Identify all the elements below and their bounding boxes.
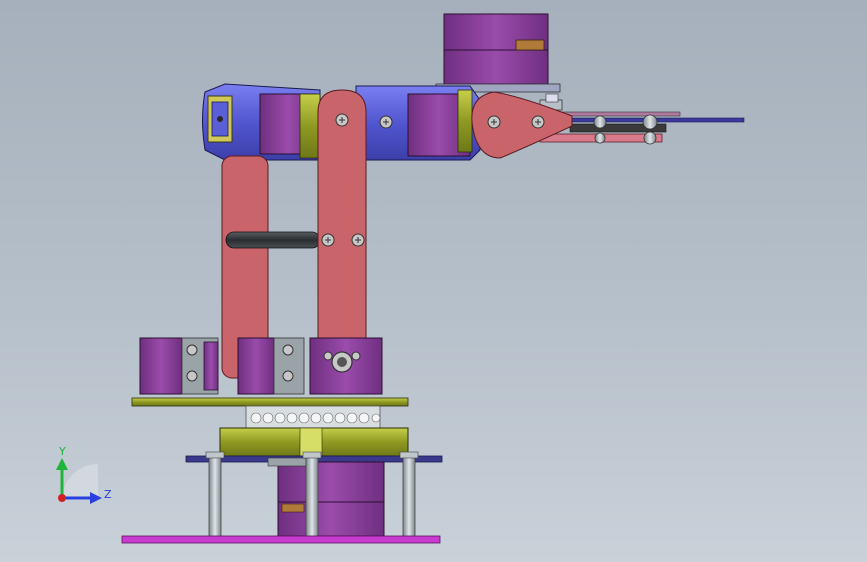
z-axis-label: Z — [104, 488, 112, 501]
y-axis-arrowhead — [56, 458, 68, 470]
cross-rod — [225, 231, 321, 249]
upper-base-plate[interactable] — [131, 397, 409, 407]
elbow-housing[interactable] — [355, 85, 481, 161]
bearing-ring — [245, 405, 381, 429]
base-servo-left[interactable] — [139, 337, 219, 395]
base-servo-right[interactable] — [309, 337, 383, 395]
origin-dot — [58, 494, 66, 502]
cad-viewport[interactable]: Y Z — [0, 0, 867, 562]
standoff-posts — [205, 451, 419, 541]
top-servo[interactable] — [435, 13, 561, 93]
base-servo-middle[interactable] — [237, 337, 305, 395]
y-axis-label: Y — [58, 445, 66, 458]
robot-arm-model: Y Z — [56, 13, 745, 544]
bottom-plate[interactable] — [121, 535, 441, 544]
bottom-servo[interactable] — [267, 457, 385, 537]
coordinate-triad: Y Z — [56, 445, 112, 504]
